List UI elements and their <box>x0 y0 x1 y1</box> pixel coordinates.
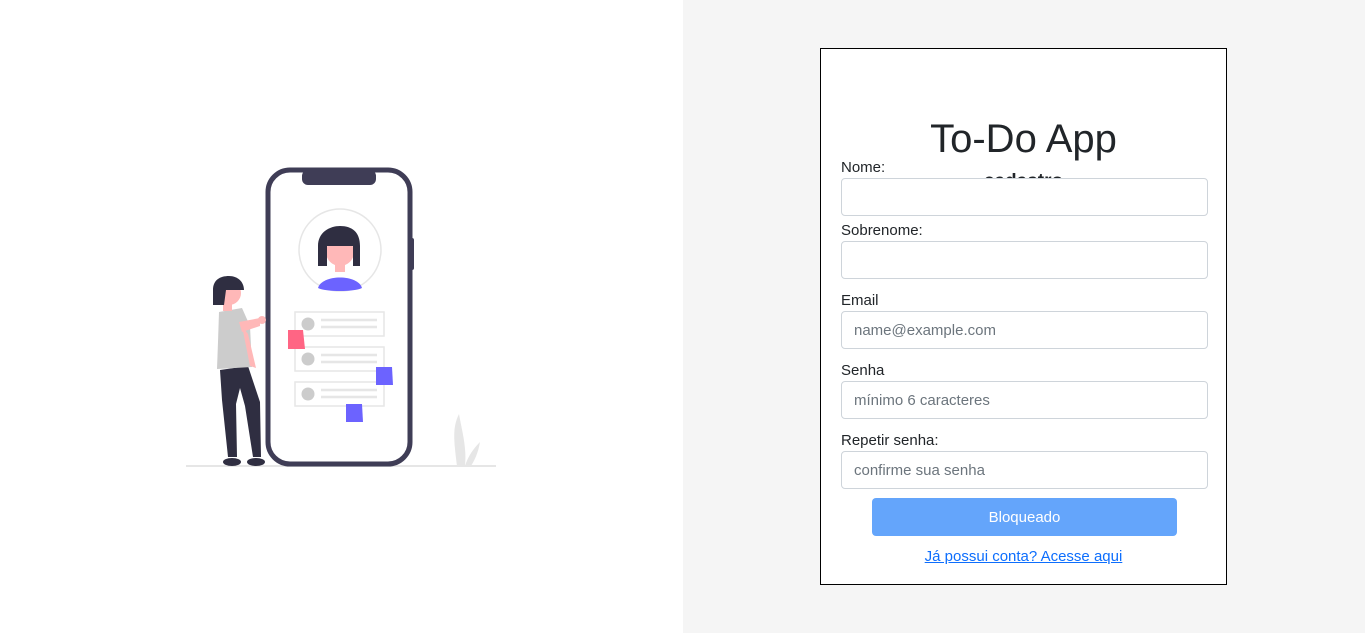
phone-user-illustration-icon <box>186 167 496 467</box>
signup-page: To-Do App cadastro Nome: Sobrenome: Emai… <box>0 0 1365 633</box>
page-title: To-Do App <box>930 117 1117 161</box>
repetir-senha-label: Repetir senha: <box>841 432 939 449</box>
password-field[interactable] <box>841 381 1208 419</box>
form-panel: To-Do App cadastro Nome: Sobrenome: Emai… <box>683 0 1365 633</box>
login-link[interactable]: Já possui conta? Acesse aqui <box>821 548 1226 565</box>
sobrenome-input[interactable] <box>841 241 1208 279</box>
nome-label: Nome: <box>841 159 886 176</box>
email-label: Email <box>841 292 879 309</box>
email-field[interactable] <box>841 311 1208 349</box>
submit-button[interactable]: Bloqueado <box>872 498 1177 536</box>
confirm-password-field[interactable] <box>841 451 1208 489</box>
signup-card: To-Do App cadastro Nome: Sobrenome: Emai… <box>820 48 1227 585</box>
senha-label: Senha <box>841 362 885 379</box>
sobrenome-label: Sobrenome: <box>841 222 923 239</box>
illustration-panel <box>0 0 683 633</box>
nome-input[interactable] <box>841 178 1208 216</box>
